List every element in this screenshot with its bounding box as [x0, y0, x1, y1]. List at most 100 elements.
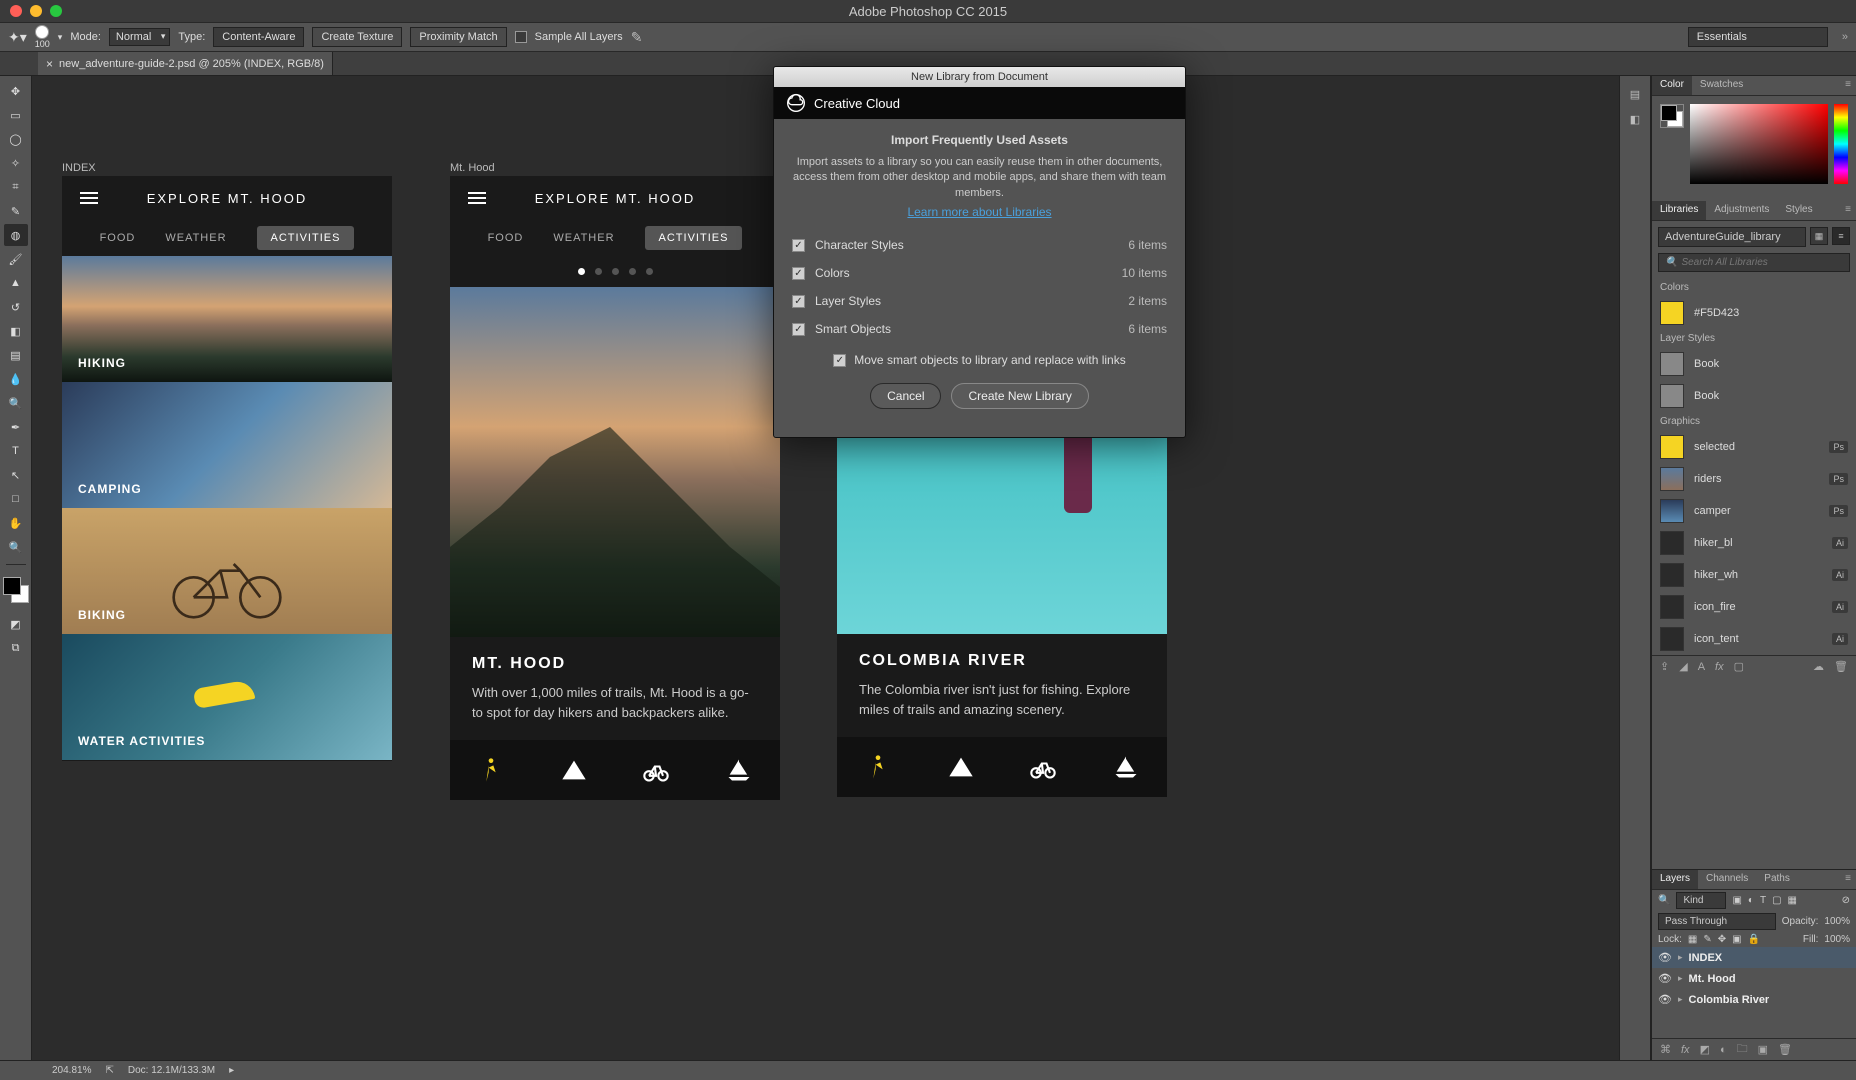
hiker-icon[interactable] [477, 756, 505, 784]
asset-checkbox[interactable]: ✓ [792, 295, 805, 308]
tile-water[interactable]: WATER ACTIVITIES [62, 634, 392, 760]
filter-type-icon[interactable]: T [1760, 895, 1766, 906]
delete-layer-icon[interactable]: 🗑 [1778, 1043, 1792, 1056]
path-selection-tool-icon[interactable]: ↖ [4, 464, 28, 486]
visibility-icon[interactable]: 👁 [1658, 972, 1672, 985]
visibility-icon[interactable]: 👁 [1658, 993, 1672, 1006]
panel-menu-icon[interactable]: ≡ [1840, 76, 1856, 95]
sync-icon[interactable]: ☁ [1813, 660, 1824, 673]
create-texture-button[interactable]: Create Texture [312, 27, 402, 47]
pen-tool-icon[interactable]: ✒ [4, 416, 28, 438]
library-graphic-item[interactable]: icon_tentAi [1652, 623, 1856, 655]
asset-checkbox[interactable]: ✓ [792, 267, 805, 280]
history-panel-icon[interactable]: ▤ [1630, 88, 1640, 101]
close-tab-icon[interactable]: × [46, 57, 53, 71]
tab-channels[interactable]: Channels [1698, 870, 1756, 889]
library-layerstyle-item[interactable]: Book [1652, 348, 1856, 380]
tile-hiking[interactable]: HIKING [62, 256, 392, 382]
tab-color[interactable]: Color [1652, 76, 1692, 95]
tab-styles[interactable]: Styles [1777, 201, 1820, 220]
tent-icon[interactable] [560, 756, 588, 784]
library-graphic-item[interactable]: hiker_whAi [1652, 559, 1856, 591]
library-graphic-item[interactable]: icon_fireAi [1652, 591, 1856, 623]
library-graphic-item[interactable]: selectedPs [1652, 431, 1856, 463]
library-search-input[interactable]: 🔍Search All Libraries [1658, 253, 1850, 272]
sailboat-icon[interactable] [725, 756, 753, 784]
filter-toggle-icon[interactable]: ⊘ [1842, 895, 1850, 906]
hand-tool-icon[interactable]: ✋ [4, 512, 28, 534]
bike-icon[interactable] [642, 756, 670, 784]
brush-tool-icon[interactable]: 🖌 [4, 248, 28, 270]
color-field[interactable] [1690, 104, 1828, 184]
layer-fx-icon[interactable]: fx [1681, 1044, 1690, 1056]
filter-kind-select[interactable]: Kind [1676, 892, 1726, 909]
move-tool-icon[interactable]: ✥ [4, 80, 28, 102]
layer-row[interactable]: 👁▸INDEX [1652, 947, 1856, 968]
blend-mode-select[interactable]: Pass Through [1658, 913, 1776, 930]
filter-shape-icon[interactable]: ▢ [1772, 895, 1781, 906]
tent-icon[interactable] [947, 753, 975, 781]
library-graphic-item[interactable]: camperPs [1652, 495, 1856, 527]
tab-activities[interactable]: ACTIVITIES [645, 226, 743, 250]
create-new-library-button[interactable]: Create New Library [951, 383, 1088, 409]
proximity-match-button[interactable]: Proximity Match [410, 27, 506, 47]
add-char-style-icon[interactable]: A [1698, 661, 1705, 673]
view-list-icon[interactable]: ≡ [1832, 227, 1850, 245]
add-graphic-icon[interactable]: ▢ [1734, 660, 1744, 673]
type-tool-icon[interactable]: T [4, 440, 28, 462]
hamburger-icon[interactable] [80, 192, 98, 204]
brush-dropdown-icon[interactable]: ▾ [58, 32, 63, 43]
crop-tool-icon[interactable]: ⌗ [4, 176, 28, 198]
search-icon[interactable]: » [1842, 31, 1848, 43]
sample-all-layers-checkbox[interactable] [515, 31, 527, 43]
rectangle-tool-icon[interactable]: □ [4, 488, 28, 510]
artboard-label-mthood[interactable]: Mt. Hood [450, 162, 495, 174]
filter-smart-icon[interactable]: ▦ [1788, 895, 1797, 906]
blur-tool-icon[interactable]: 💧 [4, 368, 28, 390]
content-aware-button[interactable]: Content-Aware [213, 27, 304, 47]
layer-mask-icon[interactable]: ◩ [1700, 1043, 1710, 1056]
hiker-icon[interactable] [864, 753, 892, 781]
tab-weather[interactable]: WEATHER [553, 232, 614, 244]
opacity-value[interactable]: 100% [1824, 916, 1850, 927]
magic-wand-tool-icon[interactable]: ✧ [4, 152, 28, 174]
tile-biking[interactable]: BIKING [62, 508, 392, 634]
foreground-background-swatch[interactable] [3, 577, 29, 603]
dodge-tool-icon[interactable]: 🔍 [4, 392, 28, 414]
panel-menu-icon[interactable]: ≡ [1840, 201, 1856, 220]
maximize-window-icon[interactable] [50, 5, 62, 17]
screenmode-icon[interactable]: ⧉ [4, 637, 28, 659]
fill-value[interactable]: 100% [1824, 934, 1850, 945]
panel-menu-icon[interactable]: ≡ [1840, 870, 1856, 889]
tab-adjustments[interactable]: Adjustments [1706, 201, 1777, 220]
lasso-tool-icon[interactable]: ◯ [4, 128, 28, 150]
expand-icon[interactable]: ▸ [1678, 952, 1683, 963]
lock-pixels-icon[interactable]: ✎ [1703, 934, 1711, 945]
quickmask-icon[interactable]: ◩ [4, 613, 28, 635]
eyedropper-tool-icon[interactable]: ✎ [4, 200, 28, 222]
adjustment-layer-icon[interactable]: ◐ [1720, 1044, 1727, 1056]
export-icon[interactable]: ⇱ [105, 1065, 113, 1076]
workspace-switcher[interactable]: Essentials [1688, 27, 1828, 47]
gradient-tool-icon[interactable]: ▤ [4, 344, 28, 366]
layer-row[interactable]: 👁▸Colombia River [1652, 989, 1856, 1010]
lock-position-icon[interactable]: ✥ [1718, 934, 1726, 945]
dialog-titlebar[interactable]: New Library from Document [774, 67, 1185, 87]
pressure-icon[interactable]: ✎ [631, 29, 643, 46]
move-smart-objects-checkbox[interactable]: ✓ [833, 354, 846, 367]
lock-all-icon[interactable]: 🔒 [1748, 934, 1760, 945]
library-graphic-item[interactable]: hiker_blAi [1652, 527, 1856, 559]
expand-icon[interactable]: ▸ [1678, 994, 1683, 1005]
group-icon[interactable]: 🗀 [1737, 1040, 1748, 1059]
color-swatch[interactable] [1660, 104, 1684, 128]
cancel-button[interactable]: Cancel [870, 383, 941, 409]
tab-libraries[interactable]: Libraries [1652, 201, 1706, 220]
library-layerstyle-item[interactable]: Book [1652, 380, 1856, 412]
zoom-tool-icon[interactable]: 🔍 [4, 536, 28, 558]
add-fx-icon[interactable]: fx [1715, 661, 1724, 673]
library-graphic-item[interactable]: ridersPs [1652, 463, 1856, 495]
artboard-label-index[interactable]: INDEX [62, 162, 96, 174]
minimize-window-icon[interactable] [30, 5, 42, 17]
filter-icon[interactable]: 🔍 [1658, 895, 1670, 906]
tile-camping[interactable]: CAMPING [62, 382, 392, 508]
